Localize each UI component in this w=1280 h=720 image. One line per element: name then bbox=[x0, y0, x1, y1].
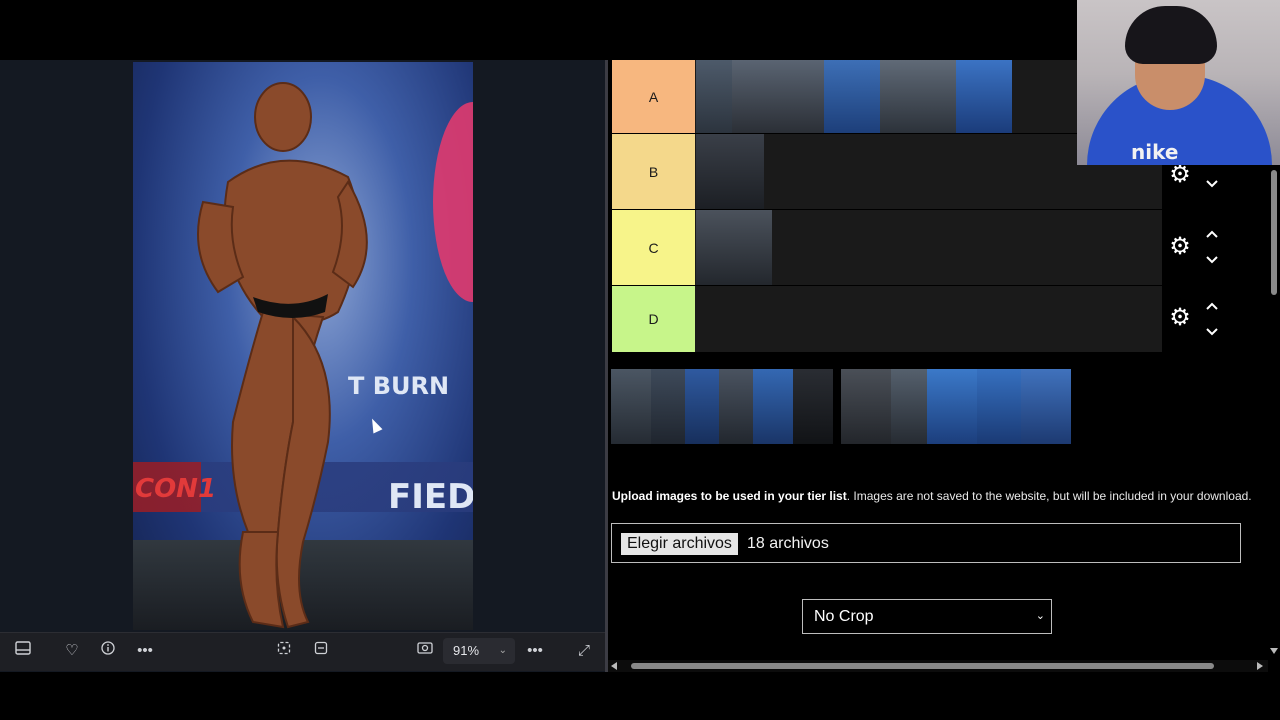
banner-text-left: CON1 bbox=[135, 474, 217, 504]
scroll-left-arrow-icon[interactable] bbox=[611, 662, 617, 670]
banner-text-brand: FIED bbox=[388, 477, 473, 517]
chevron-down-icon[interactable] bbox=[1205, 178, 1219, 190]
hoodie-logo-text: nike bbox=[1131, 140, 1179, 164]
tier-label-a[interactable]: A bbox=[612, 60, 695, 133]
tier-image[interactable] bbox=[696, 60, 732, 133]
tier-image[interactable] bbox=[696, 134, 764, 209]
scroll-down-arrow-icon[interactable] bbox=[1270, 648, 1278, 654]
zoom-dropdown[interactable]: 91% ⌄ bbox=[443, 638, 515, 664]
file-count-text: 18 archivos bbox=[747, 535, 829, 552]
pool-image[interactable] bbox=[891, 369, 927, 444]
more-options-icon[interactable]: ••• bbox=[133, 639, 157, 663]
crop-select-value: No Crop bbox=[814, 608, 874, 625]
banner-text-burn: T BURN bbox=[348, 372, 450, 400]
upload-instructions-rest: . Images are not saved to the website, b… bbox=[846, 489, 1252, 503]
pool-image[interactable] bbox=[611, 369, 651, 444]
tier-row-d: D bbox=[612, 286, 1162, 353]
bodybuilder-photo: T BURN FIED CON1 bbox=[133, 62, 473, 630]
upload-instructions-bold: Upload images to be used in your tier li… bbox=[612, 489, 847, 503]
gear-icon[interactable]: ⚙ bbox=[1167, 305, 1193, 331]
chevron-down-icon[interactable] bbox=[1205, 326, 1219, 338]
tier-image[interactable] bbox=[732, 60, 824, 133]
unranked-image-pool bbox=[611, 369, 1071, 444]
pool-image[interactable] bbox=[977, 369, 1021, 444]
filmstrip-icon[interactable] bbox=[11, 639, 35, 663]
horizontal-scroll-thumb[interactable] bbox=[631, 663, 1214, 669]
zoom-level: 91% bbox=[453, 643, 480, 658]
chevron-down-icon[interactable] bbox=[1205, 254, 1219, 266]
photo-viewer: T BURN FIED CON1 bbox=[0, 60, 606, 672]
pool-image[interactable] bbox=[719, 369, 753, 444]
vertical-scrollbar[interactable] bbox=[1268, 160, 1280, 660]
chevron-down-icon: ⌄ bbox=[1035, 610, 1045, 622]
horizontal-scrollbar[interactable] bbox=[608, 660, 1268, 672]
tier-label-d[interactable]: D bbox=[612, 286, 695, 352]
tier-label-c[interactable]: C bbox=[612, 210, 695, 285]
pool-image[interactable] bbox=[753, 369, 793, 444]
info-icon[interactable] bbox=[96, 639, 120, 663]
tier-controls-c: ⚙ bbox=[1163, 228, 1233, 268]
chevron-up-icon[interactable] bbox=[1205, 300, 1219, 312]
pool-image[interactable] bbox=[651, 369, 685, 444]
webcam-overlay: nike bbox=[1077, 0, 1280, 165]
vertical-scroll-thumb[interactable] bbox=[1271, 170, 1277, 295]
tier-image[interactable] bbox=[956, 60, 1012, 133]
chevron-up-icon[interactable] bbox=[1205, 228, 1219, 240]
expand-icon[interactable]: ⤢ bbox=[572, 639, 596, 663]
tier-row-c: C bbox=[612, 210, 1162, 286]
choose-files-button[interactable]: Elegir archivos bbox=[621, 533, 738, 555]
viewer-toolbar: ♡ ••• 91% ⌄ ••• ⤢ bbox=[0, 632, 606, 671]
gear-icon[interactable]: ⚙ bbox=[1167, 162, 1193, 188]
select-icon[interactable] bbox=[309, 639, 333, 663]
bodybuilder-figure bbox=[197, 82, 368, 629]
tier-image[interactable] bbox=[824, 60, 880, 133]
pool-image[interactable] bbox=[685, 369, 719, 444]
crop-select[interactable]: No Crop ⌄ bbox=[802, 599, 1052, 634]
pool-image[interactable] bbox=[1021, 369, 1071, 444]
tier-image[interactable] bbox=[880, 60, 956, 133]
scroll-right-arrow-icon[interactable] bbox=[1257, 662, 1263, 670]
chevron-down-icon: ⌄ bbox=[498, 645, 507, 656]
pool-image[interactable] bbox=[841, 369, 891, 444]
hair bbox=[1125, 6, 1217, 64]
file-upload-input[interactable]: Elegir archivos 18 archivos bbox=[611, 523, 1241, 563]
pool-image[interactable] bbox=[927, 369, 977, 444]
gear-icon[interactable]: ⚙ bbox=[1167, 234, 1193, 260]
upload-instructions: Upload images to be used in your tier li… bbox=[612, 489, 1262, 503]
tier-image[interactable] bbox=[696, 210, 772, 285]
more-options-icon-2[interactable]: ••• bbox=[523, 639, 547, 663]
heart-icon[interactable]: ♡ bbox=[60, 639, 84, 663]
tier-controls-d: ⚙ bbox=[1163, 298, 1233, 338]
tier-label-b[interactable]: B bbox=[612, 134, 695, 209]
screenshot-icon[interactable] bbox=[413, 639, 437, 663]
tier-controls-b: ⚙ bbox=[1163, 160, 1233, 200]
pool-image[interactable] bbox=[793, 369, 833, 444]
crop-icon[interactable] bbox=[272, 639, 296, 663]
